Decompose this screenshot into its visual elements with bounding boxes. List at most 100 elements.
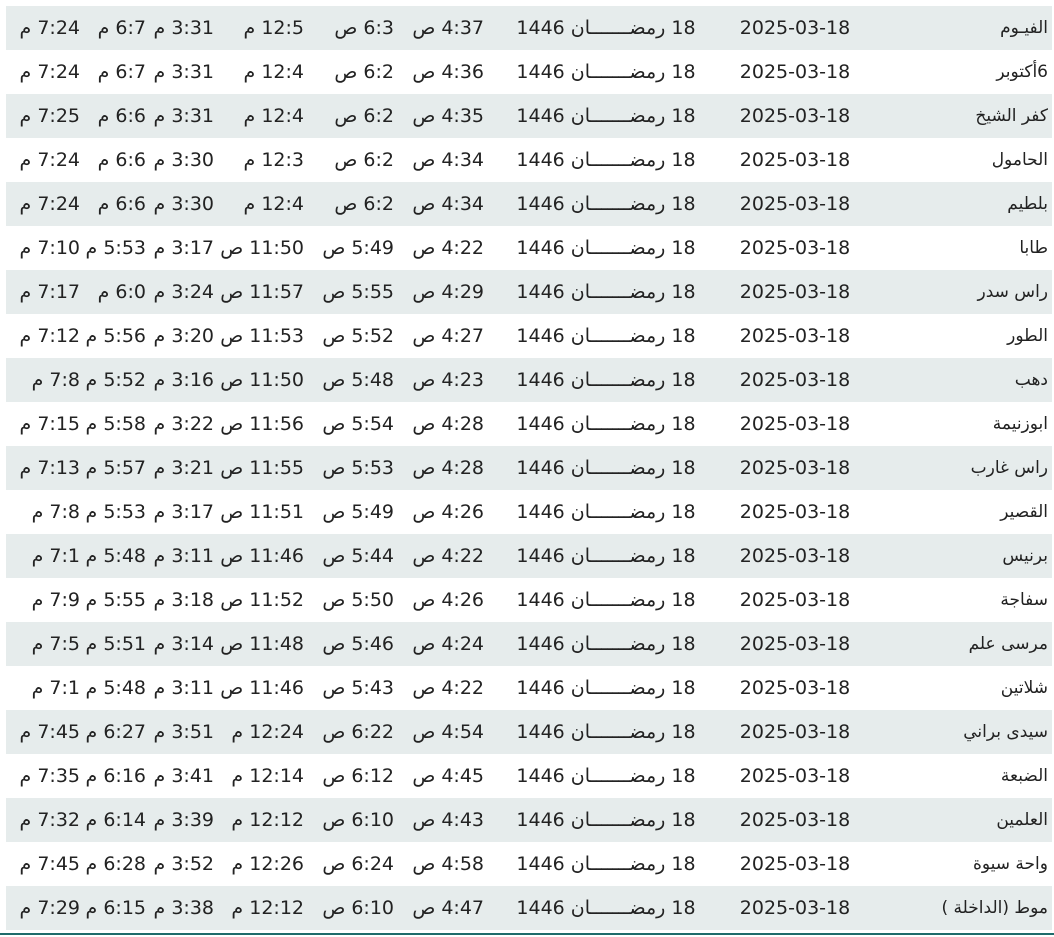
isha-time-cell: 7:24 م <box>19 61 80 83</box>
dhuhr-time-cell: 11:53 ص <box>220 325 304 347</box>
hijri-date-cell: 18 رمضـــــــان 1446 <box>516 589 696 611</box>
table-row: سفاجة 2025-03-18 18 رمضـــــــان 1446 4:26 … <box>6 578 1052 622</box>
hijri-date-cell: 18 رمضـــــــان 1446 <box>516 413 696 435</box>
gregorian-date-cell: 2025-03-18 <box>739 281 851 303</box>
isha-time-cell: 7:5 م <box>31 633 80 655</box>
maghrib-time-cell: 6:6 م <box>97 193 146 215</box>
gregorian-date-cell: 2025-03-18 <box>739 369 851 391</box>
dhuhr-time-cell: 12:4 م <box>243 193 304 215</box>
sunrise-time-cell: 6:2 ص <box>334 193 394 215</box>
fajr-time-cell: 4:22 ص <box>412 237 484 259</box>
maghrib-time-cell: 5:53 م <box>85 237 146 259</box>
dhuhr-time-cell: 12:12 م <box>231 809 304 831</box>
table-row: الطور 2025-03-18 18 رمضـــــــان 1446 4:27 … <box>6 314 1052 358</box>
fajr-time-cell: 4:23 ص <box>412 369 484 391</box>
table-row: موط (الداخلة ) 2025-03-18 18 رمضـــــــان … <box>6 886 1052 930</box>
gregorian-date-cell: 2025-03-18 <box>739 809 851 831</box>
city-cell: القصير <box>1000 502 1048 522</box>
dhuhr-time-cell: 11:56 ص <box>220 413 304 435</box>
dhuhr-time-cell: 12:14 م <box>231 765 304 787</box>
gregorian-date-cell: 2025-03-18 <box>739 853 851 875</box>
table-row: شلاتين 2025-03-18 18 رمضـــــــان 1446 4:22… <box>6 666 1052 710</box>
isha-time-cell: 7:8 م <box>31 369 80 391</box>
gregorian-date-cell: 2025-03-18 <box>739 765 851 787</box>
sunrise-time-cell: 5:43 ص <box>322 677 394 699</box>
table-row: العلمين 2025-03-18 18 رمضـــــــان 1446 4:4… <box>6 798 1052 842</box>
city-cell: بلطيم <box>1007 194 1048 214</box>
asr-time-cell: 3:38 م <box>153 897 214 919</box>
asr-time-cell: 3:20 م <box>153 325 214 347</box>
isha-time-cell: 7:35 م <box>19 765 80 787</box>
isha-time-cell: 7:17 م <box>19 281 80 303</box>
table-row: سيدى براني 2025-03-18 18 رمضـــــــان 1446… <box>6 710 1052 754</box>
maghrib-time-cell: 5:48 م <box>85 677 146 699</box>
isha-time-cell: 7:24 م <box>19 149 80 171</box>
isha-time-cell: 7:45 م <box>19 721 80 743</box>
gregorian-date-cell: 2025-03-18 <box>739 105 851 127</box>
city-cell: راس غارب <box>970 458 1048 478</box>
fajr-time-cell: 4:24 ص <box>412 633 484 655</box>
city-cell: راس سدر <box>977 282 1048 302</box>
maghrib-time-cell: 5:58 م <box>85 413 146 435</box>
table-row: القصير 2025-03-18 18 رمضـــــــان 1446 4:26… <box>6 490 1052 534</box>
prayer-times-table-container: الفيـوم 2025-03-18 18 رمضـــــــان 1446 4:3… <box>6 6 1052 930</box>
maghrib-time-cell: 6:0 م <box>97 281 146 303</box>
sunrise-time-cell: 5:50 ص <box>322 589 394 611</box>
maghrib-time-cell: 6:14 م <box>85 809 146 831</box>
gregorian-date-cell: 2025-03-18 <box>739 149 851 171</box>
gregorian-date-cell: 2025-03-18 <box>739 17 851 39</box>
fajr-time-cell: 4:47 ص <box>412 897 484 919</box>
sunrise-time-cell: 6:2 ص <box>334 61 394 83</box>
hijri-date-cell: 18 رمضـــــــان 1446 <box>516 501 696 523</box>
hijri-date-cell: 18 رمضـــــــان 1446 <box>516 193 696 215</box>
maghrib-time-cell: 6:15 م <box>85 897 146 919</box>
table-row: الحامول 2025-03-18 18 رمضـــــــان 1446 4:3… <box>6 138 1052 182</box>
sunrise-time-cell: 5:55 ص <box>322 281 394 303</box>
maghrib-time-cell: 6:28 م <box>85 853 146 875</box>
isha-time-cell: 7:13 م <box>19 457 80 479</box>
dhuhr-time-cell: 11:51 ص <box>220 501 304 523</box>
sunrise-time-cell: 6:22 ص <box>322 721 394 743</box>
fajr-time-cell: 4:58 ص <box>412 853 484 875</box>
fajr-time-cell: 4:26 ص <box>412 501 484 523</box>
maghrib-time-cell: 5:56 م <box>85 325 146 347</box>
sunrise-time-cell: 6:2 ص <box>334 105 394 127</box>
table-row: راس سدر 2025-03-18 18 رمضـــــــان 1446 4:2… <box>6 270 1052 314</box>
table-row: دهب 2025-03-18 18 رمضـــــــان 1446 4:23 ص 5… <box>6 358 1052 402</box>
city-cell: الفيـوم <box>1000 18 1048 38</box>
city-cell: سيدى براني <box>963 722 1048 742</box>
table-row: بلطيم 2025-03-18 18 رمضـــــــان 1446 4:34 … <box>6 182 1052 226</box>
hijri-date-cell: 18 رمضـــــــان 1446 <box>516 853 696 875</box>
isha-time-cell: 7:10 م <box>19 237 80 259</box>
sunrise-time-cell: 6:3 ص <box>334 17 394 39</box>
gregorian-date-cell: 2025-03-18 <box>739 325 851 347</box>
city-cell: العلمين <box>996 810 1048 830</box>
maghrib-time-cell: 6:27 م <box>85 721 146 743</box>
maghrib-time-cell: 5:52 م <box>85 369 146 391</box>
dhuhr-time-cell: 12:5 م <box>243 17 304 39</box>
asr-time-cell: 3:14 م <box>153 633 214 655</box>
fajr-time-cell: 4:43 ص <box>412 809 484 831</box>
hijri-date-cell: 18 رمضـــــــان 1446 <box>516 545 696 567</box>
isha-time-cell: 7:25 م <box>19 105 80 127</box>
fajr-time-cell: 4:22 ص <box>412 545 484 567</box>
dhuhr-time-cell: 12:3 م <box>243 149 304 171</box>
dhuhr-time-cell: 12:12 م <box>231 897 304 919</box>
gregorian-date-cell: 2025-03-18 <box>739 457 851 479</box>
city-cell: ابوزنيمة <box>992 414 1048 434</box>
isha-time-cell: 7:1 م <box>31 545 80 567</box>
gregorian-date-cell: 2025-03-18 <box>739 193 851 215</box>
gregorian-date-cell: 2025-03-18 <box>739 897 851 919</box>
asr-time-cell: 3:17 م <box>153 237 214 259</box>
hijri-date-cell: 18 رمضـــــــان 1446 <box>516 61 696 83</box>
table-row: كفر الشيخ 2025-03-18 18 رمضـــــــان 1446 4… <box>6 94 1052 138</box>
gregorian-date-cell: 2025-03-18 <box>739 589 851 611</box>
gregorian-date-cell: 2025-03-18 <box>739 633 851 655</box>
table-row: 6أكتوبر 2025-03-18 18 رمضـــــــان 1446 4:3… <box>6 50 1052 94</box>
sunrise-time-cell: 5:48 ص <box>322 369 394 391</box>
asr-time-cell: 3:39 م <box>153 809 214 831</box>
dhuhr-time-cell: 11:46 ص <box>220 677 304 699</box>
isha-time-cell: 7:8 م <box>31 501 80 523</box>
city-cell: شلاتين <box>1000 678 1048 698</box>
city-cell: طابا <box>1019 238 1048 258</box>
